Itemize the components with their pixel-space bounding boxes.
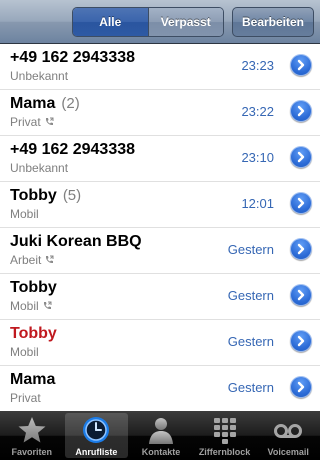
caller-name: Tobby	[10, 325, 57, 342]
tab-contacts-label: Kontakte	[141, 447, 181, 457]
call-row[interactable]: Mama Privat Gestern	[0, 366, 320, 411]
call-name-line: Tobby	[10, 279, 57, 297]
call-time: 12:01	[241, 196, 274, 211]
star-icon	[18, 417, 46, 443]
chevron-right-icon[interactable]	[290, 330, 312, 352]
navigation-bar: Alle Verpasst Bearbeiten	[0, 0, 320, 44]
caller-name: +49 162 2943338	[10, 49, 136, 66]
call-time: Gestern	[227, 334, 274, 349]
call-name-line: +49 162 2943338	[10, 49, 135, 67]
call-name-line: +49 162 2943338	[10, 141, 135, 159]
tab-keypad[interactable]: Ziffernblock	[193, 411, 257, 460]
call-row[interactable]: Juki Korean BBQ Arbeit Gestern	[0, 228, 320, 274]
caller-name: Tobby	[10, 279, 57, 296]
call-row[interactable]: Tobby Mobil Gestern	[0, 320, 320, 366]
tab-voicemail[interactable]: Voicemail	[256, 411, 320, 460]
number-type-label: Mobil	[10, 345, 39, 359]
call-row[interactable]: +49 162 2943338 Unbekannt 23:23	[0, 44, 320, 90]
tab-recents[interactable]: Anrufliste	[64, 413, 129, 458]
keypad-icon	[213, 418, 236, 444]
recents-list[interactable]: +49 162 2943338 Unbekannt 23:23 Mama (2) Priv…	[0, 44, 320, 411]
chevron-right-icon[interactable]	[290, 376, 312, 398]
call-detail-line: Mobil	[10, 207, 39, 221]
chevron-right-icon[interactable]	[290, 146, 312, 168]
call-detail-line: Arbeit	[10, 253, 54, 268]
person-icon	[148, 418, 173, 444]
call-detail-line: Unbekannt	[10, 69, 68, 83]
call-row[interactable]: Tobby Mobil Gestern	[0, 274, 320, 320]
tab-keypad-label: Ziffernblock	[198, 447, 251, 457]
number-type-label: Unbekannt	[10, 161, 69, 175]
outgoing-call-icon	[44, 254, 54, 268]
call-row[interactable]: Tobby (5) Mobil 12:01	[0, 182, 320, 228]
call-count: (5)	[62, 187, 82, 204]
call-count: (2)	[61, 95, 80, 112]
number-type-label: Privat	[10, 115, 41, 129]
call-detail-line: Unbekannt	[10, 161, 68, 175]
call-time: 23:10	[241, 150, 274, 165]
call-filter-segmented-control: Alle Verpasst	[72, 7, 224, 37]
number-type-label: Unbekannt	[10, 69, 69, 83]
call-name-line: Tobby	[10, 325, 57, 343]
call-name-line: Mama	[10, 371, 55, 389]
caller-name: Tobby	[10, 187, 57, 204]
call-detail-line: Mobil	[10, 299, 52, 314]
call-time: Gestern	[227, 288, 274, 303]
chevron-right-icon[interactable]	[290, 54, 312, 76]
tab-favorites[interactable]: Favoriten	[0, 411, 64, 460]
call-time: Gestern	[227, 242, 274, 257]
outgoing-call-icon	[42, 300, 52, 314]
call-time: 23:23	[241, 58, 274, 73]
number-type-label: Mobil	[10, 207, 39, 221]
call-row[interactable]: +49 162 2943338 Unbekannt 23:10	[0, 136, 320, 182]
chevron-right-icon[interactable]	[290, 238, 312, 260]
caller-name: +49 162 2943338	[10, 141, 136, 158]
caller-name: Mama	[10, 371, 56, 388]
tab-favorites-label: Favoriten	[11, 447, 53, 457]
tab-contacts[interactable]: Kontakte	[129, 411, 193, 460]
call-detail-line: Privat	[10, 115, 54, 130]
clock-icon	[83, 417, 110, 443]
outgoing-call-icon	[44, 116, 54, 130]
tab-voicemail-label: Voicemail	[267, 447, 309, 457]
call-name-line: Tobby (5)	[10, 187, 81, 205]
call-detail-line: Mobil	[10, 345, 39, 359]
caller-name: Mama	[10, 95, 56, 112]
tab-recents-label: Anrufliste	[75, 447, 118, 457]
segment-missed[interactable]: Verpasst	[147, 8, 223, 36]
call-time: Gestern	[227, 380, 274, 395]
voicemail-icon	[274, 424, 303, 438]
call-time: 23:22	[241, 104, 274, 119]
call-detail-line: Privat	[10, 391, 41, 405]
call-row[interactable]: Mama (2) Privat 23:22	[0, 90, 320, 136]
call-name-line: Juki Korean BBQ	[10, 233, 142, 251]
chevron-right-icon[interactable]	[290, 192, 312, 214]
number-type-label: Privat	[10, 391, 41, 405]
edit-button[interactable]: Bearbeiten	[232, 7, 314, 37]
number-type-label: Arbeit	[10, 253, 42, 267]
number-type-label: Mobil	[10, 299, 39, 313]
tab-bar: Favoriten Anrufliste Kontakte Ziffernblo…	[0, 411, 320, 460]
chevron-right-icon[interactable]	[290, 284, 312, 306]
chevron-right-icon[interactable]	[290, 100, 312, 122]
call-name-line: Mama (2)	[10, 95, 80, 113]
segment-all[interactable]: Alle	[73, 8, 148, 36]
caller-name: Juki Korean BBQ	[10, 233, 142, 250]
